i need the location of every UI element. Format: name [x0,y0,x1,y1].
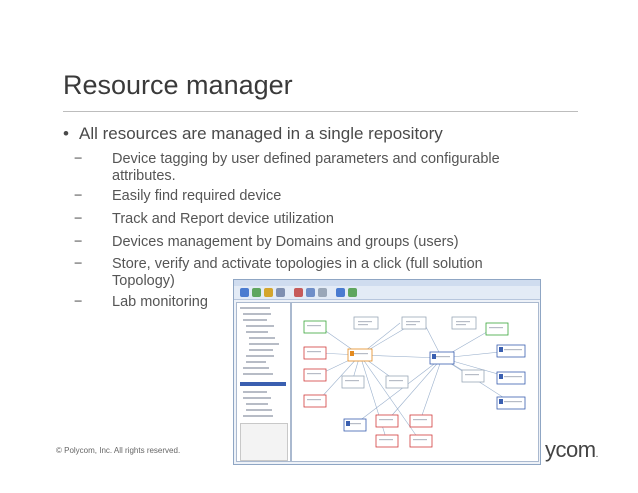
tree-row [243,313,271,315]
sub-bullet-text: Lab monitoring [112,294,208,310]
tree-row [243,415,273,417]
dash: − [74,256,83,272]
title-divider [63,111,578,112]
tree-selected-row [240,382,286,386]
tree-row [243,373,273,375]
tree-row [246,355,274,357]
tree-row [246,403,268,405]
properties-panel [240,423,288,461]
sub-bullet-text: Track and Report device utilization [112,211,334,227]
sub-bullet-text: Topology) [112,273,175,289]
dash: − [74,211,83,227]
dash: − [74,188,83,204]
ribbon-icon [276,288,285,297]
tree-row [243,397,271,399]
sub-bullet-text: Easily find required device [112,188,282,204]
sub-bullet-text: Device tagging by user defined parameter… [112,151,500,167]
slide-title: Resource manager [63,70,293,100]
tree-row [243,367,269,369]
ribbon-icon [318,288,327,297]
main-bullet: • All resources are managed in a single r… [63,124,443,144]
main-bullet-text: All resources are managed in a single re… [79,124,443,143]
tree-row [246,331,268,333]
sub-bullet-text: Devices management by Domains and groups… [112,234,459,250]
tree-row [249,349,273,351]
tree-row [243,391,267,393]
logo-text: ycom [545,437,596,462]
tree-row [243,319,267,321]
ribbon-icon [264,288,273,297]
logo-mark: . [595,449,599,460]
tree-row [249,337,275,339]
sub-bullet-text: attributes. [112,168,176,184]
tree-row [246,361,266,363]
bullet-dot: • [63,124,69,143]
ribbon-icon [306,288,315,297]
dash: − [74,234,83,250]
tree-row [240,307,270,309]
ribbon-icon [294,288,303,297]
tree-row [249,343,279,345]
ribbon-icon [252,288,261,297]
topology-graph [303,316,526,448]
dash: − [74,294,83,310]
dash: − [74,151,83,167]
topology-canvas [291,302,539,462]
copyright-notice: © Polycom, Inc. All rights reserved. [56,446,181,455]
sub-bullet-text: Store, verify and activate topologies in… [112,256,483,272]
tree-row [246,409,272,411]
ribbon-icon [336,288,345,297]
app-screenshot [233,279,541,465]
tree-row [246,325,274,327]
polycom-logo: ycom. [545,437,598,463]
ribbon-icon [240,288,249,297]
ribbon-icon [348,288,357,297]
tree-pane [236,302,291,462]
